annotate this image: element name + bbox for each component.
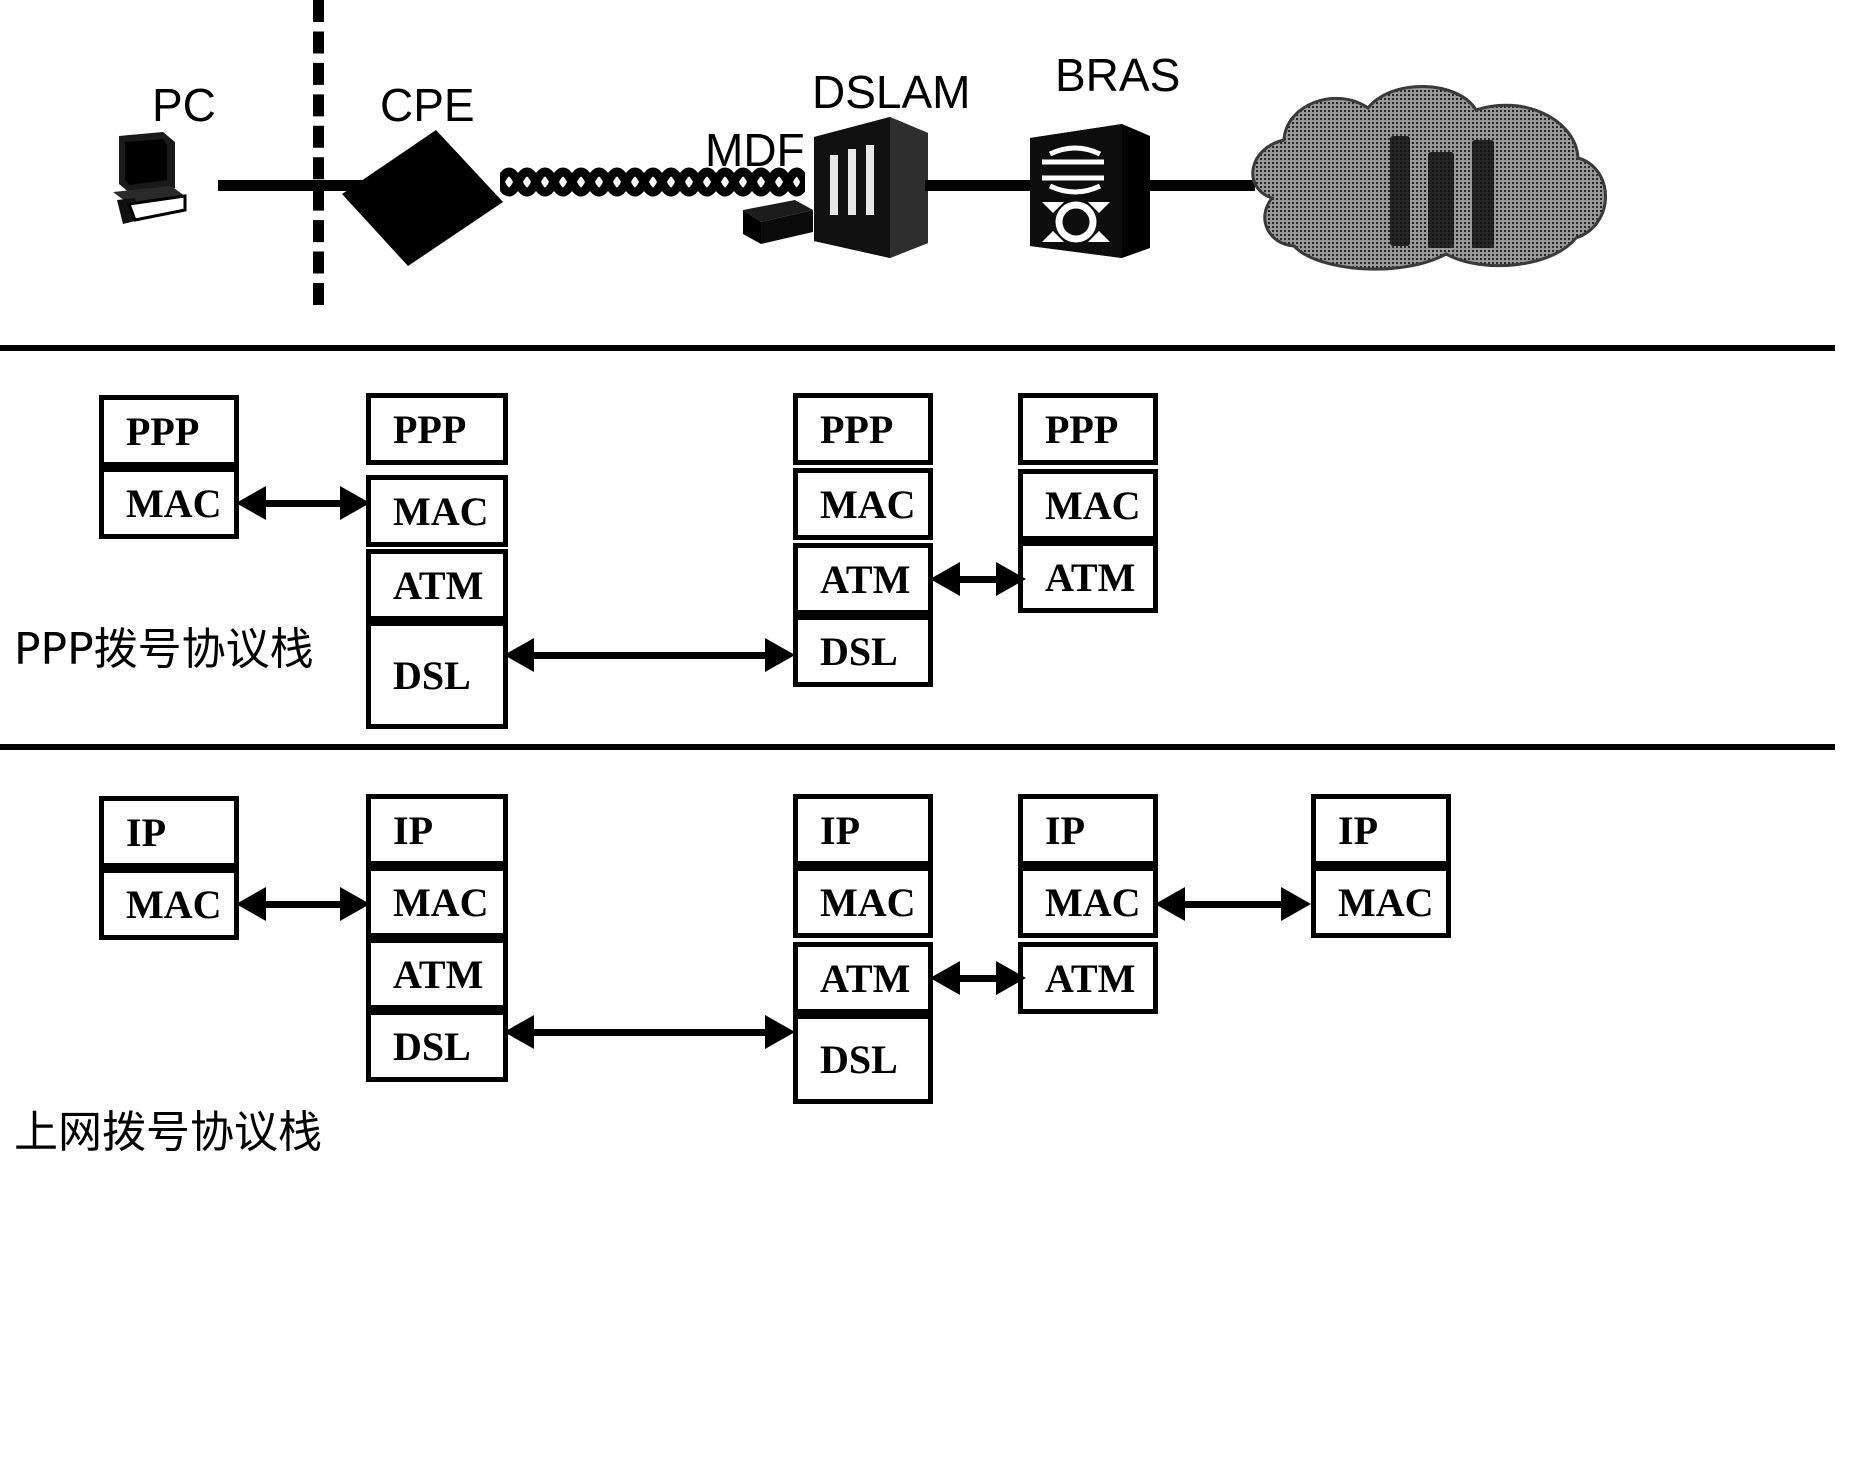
link-dslam-bras: [925, 180, 1035, 191]
ip-arrow-dslam-bras-atm: [930, 960, 1026, 996]
ppp-cpe-layer-mac: MAC: [366, 475, 508, 547]
ppp-arrow-dslam-bras-atm: [930, 561, 1026, 597]
ppp-bras-layer-ppp: PPP: [1018, 393, 1158, 465]
ppp-bras-layer-atm: ATM: [1018, 541, 1158, 613]
demarcation-dashed-line: [313, 0, 324, 305]
ip-dslam-layer-ip: IP: [793, 794, 933, 866]
ip-arrow-cpe-dslam-dsl: [504, 1014, 796, 1050]
ppp-dslam-layer-atm: ATM: [793, 543, 933, 615]
ppp-bras-layer-mac: MAC: [1018, 469, 1158, 541]
ip-arrow-pc-cpe-mac: [236, 886, 371, 922]
ppp-cpe-layer-ppp: PPP: [366, 393, 508, 465]
desktop-computer-icon: [105, 130, 190, 230]
topology-label-pc: PC: [152, 79, 216, 131]
modem-box-icon: [340, 128, 505, 268]
ip-arrow-bras-far-mac: [1155, 886, 1315, 922]
ip-bras-layer-atm: ATM: [1018, 942, 1158, 1014]
ppp-stack-section: PPP MAC PPP MAC ATM DSL PPP MAC ATM DSL …: [0, 345, 1860, 745]
ip-cpe-layer-mac: MAC: [366, 866, 508, 938]
ppp-cpe-layer-dsl: DSL: [366, 621, 508, 729]
ppp-arrow-cpe-dslam-dsl: [504, 637, 796, 673]
ppp-pc-layer-ppp: PPP: [99, 395, 239, 467]
ip-pc-layer-ip: IP: [99, 796, 239, 868]
ppp-dslam-layer-mac: MAC: [793, 468, 933, 540]
ip-stack-section: IP MAC IP MAC ATM DSL IP MAC ATM DSL IP …: [0, 744, 1860, 1244]
ppp-cpe-layer-atm: ATM: [366, 549, 508, 621]
rack-cabinet-icon: [808, 115, 933, 260]
ip-dslam-layer-mac: MAC: [793, 866, 933, 938]
ppp-dslam-layer-ppp: PPP: [793, 393, 933, 465]
ip-cpe-layer-atm: ATM: [366, 938, 508, 1010]
topology-label-bras: BRAS: [1055, 49, 1181, 101]
ip-dslam-layer-dsl: DSL: [793, 1014, 933, 1104]
ppp-pc-layer-mac: MAC: [99, 467, 239, 539]
ip-cpe-layer-dsl: DSL: [366, 1010, 508, 1082]
ppp-stack-caption: PPP拨号协议栈: [14, 624, 314, 675]
ip-stack-caption: 上网拨号协议栈: [14, 1107, 322, 1158]
small-box-icon: [735, 196, 815, 248]
router-icon: [1020, 118, 1155, 263]
network-cloud-icon: [1232, 78, 1617, 278]
topology-label-cpe: CPE: [380, 79, 475, 131]
ip-far-layer-mac: MAC: [1311, 866, 1451, 938]
ip-dslam-layer-atm: ATM: [793, 942, 933, 1014]
ip-bras-layer-ip: IP: [1018, 794, 1158, 866]
ppp-arrow-pc-cpe-mac: [236, 485, 371, 521]
diagram-canvas: PC CPE MDF DSLAM BRAS PPP MAC PPP MAC AT…: [0, 0, 1860, 1467]
topology-label-dslam: DSLAM: [812, 66, 971, 118]
topology-section: PC CPE MDF DSLAM BRAS: [0, 0, 1860, 345]
ip-far-layer-ip: IP: [1311, 794, 1451, 866]
ip-pc-layer-mac: MAC: [99, 868, 239, 940]
ip-bras-layer-mac: MAC: [1018, 866, 1158, 938]
ppp-dslam-layer-dsl: DSL: [793, 615, 933, 687]
ip-cpe-layer-ip: IP: [366, 794, 508, 866]
